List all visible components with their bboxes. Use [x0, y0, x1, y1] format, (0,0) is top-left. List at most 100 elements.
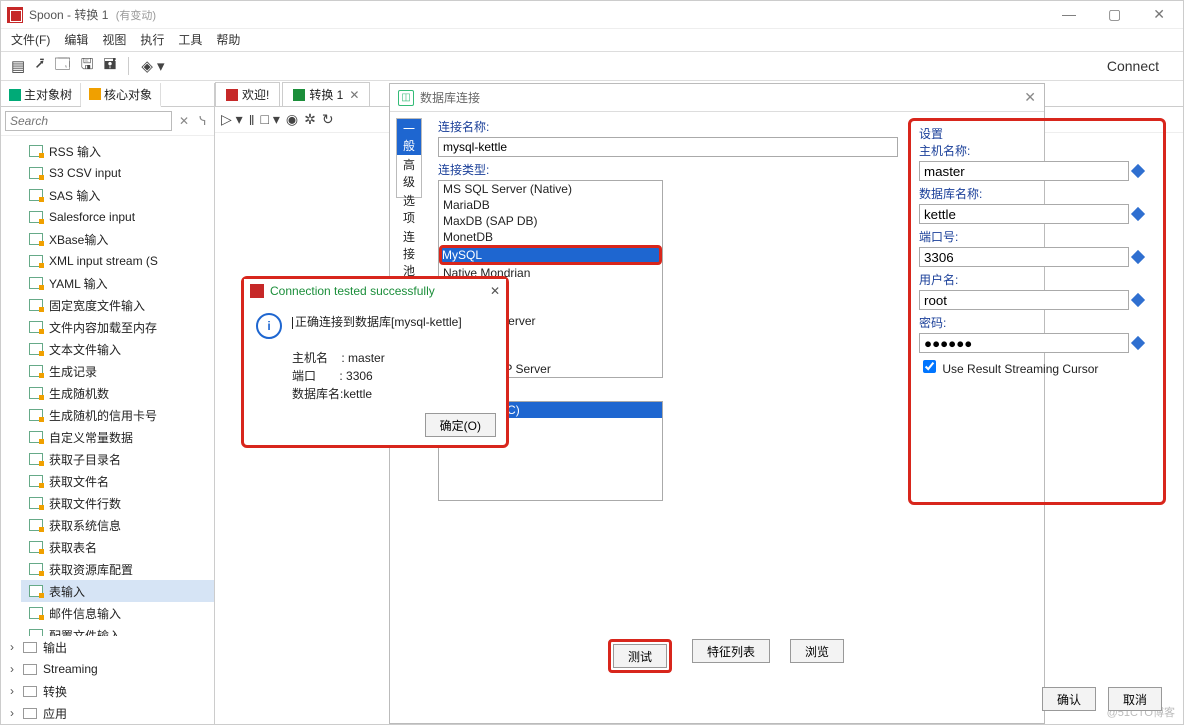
test-button[interactable]: 测试 [613, 644, 667, 668]
tab-close-icon[interactable]: ✕ [349, 88, 359, 102]
tree-item[interactable]: XBase输入 [21, 228, 214, 250]
tree-item[interactable]: 文本文件输入 [21, 338, 214, 360]
conn-type-option[interactable]: MySQL [439, 245, 662, 265]
tree-item[interactable]: 固定宽度文件输入 [21, 294, 214, 316]
stream-cursor-checkbox[interactable] [923, 360, 936, 373]
category-item[interactable]: 一般 [397, 119, 421, 155]
run-icon[interactable]: ▷ ▾ [221, 111, 243, 128]
var-icon[interactable] [1131, 207, 1145, 221]
tree-item[interactable]: 表输入 [21, 580, 214, 602]
tree-item[interactable]: 获取文件行数 [21, 492, 214, 514]
pause-icon[interactable]: ‖ [249, 112, 255, 128]
search-clear-icon[interactable]: ✕ [176, 114, 192, 128]
maximize-button[interactable]: ▢ [1102, 6, 1127, 23]
tree-item-label: 获取文件名 [49, 473, 109, 490]
tree-item[interactable]: 自定义常量数据 [21, 426, 214, 448]
pass-input[interactable] [919, 333, 1129, 353]
tab-main-object-tree[interactable]: 主对象树 [1, 83, 81, 106]
folder-item[interactable]: ›转换 [7, 680, 214, 702]
category-list[interactable]: 一般高级选项连接池集群 [396, 118, 422, 198]
tree-item[interactable]: RSS 输入 [21, 140, 214, 162]
conn-type-option[interactable]: MonetDB [439, 229, 662, 245]
preview-icon[interactable]: ◉ [286, 111, 298, 128]
expand-all-icon[interactable]: ᓭ [196, 114, 209, 128]
step-icon [29, 585, 43, 597]
tree-item[interactable]: 获取系统信息 [21, 514, 214, 536]
minimize-button[interactable]: — [1056, 6, 1082, 23]
tree-item[interactable]: 邮件信息输入 [21, 602, 214, 624]
connect-link[interactable]: Connect [1107, 58, 1175, 74]
open-file-icon[interactable]: ⭷ [33, 54, 46, 79]
info-icon: i [256, 313, 282, 339]
menu-help[interactable]: 帮助 [216, 31, 240, 49]
save-icon[interactable]: 🖫 [79, 54, 96, 79]
stop-icon[interactable]: □ ▾ [260, 111, 279, 128]
tree-item[interactable]: 获取文件名 [21, 470, 214, 492]
tree-item[interactable]: S3 CSV input [21, 162, 214, 184]
var-icon[interactable] [1131, 164, 1145, 178]
tree-item[interactable]: 获取表名 [21, 536, 214, 558]
step-icon [29, 541, 43, 553]
conn-type-option[interactable]: MariaDB [439, 197, 662, 213]
tree-item[interactable]: 获取资源库配置 [21, 558, 214, 580]
tree-item[interactable]: 生成随机数 [21, 382, 214, 404]
tab-core-objects[interactable]: 核心对象 [81, 83, 161, 107]
conn-name-input[interactable] [438, 137, 898, 157]
category-item[interactable]: 高级 [397, 155, 421, 191]
host-input[interactable] [919, 161, 1129, 181]
success-message: 正确连接到数据库[mysql-kettle] 主机名 : master 端口 :… [292, 313, 462, 403]
menu-edit[interactable]: 编辑 [64, 31, 88, 49]
perspective-icon[interactable]: ◈ ▾ [139, 57, 166, 75]
category-item[interactable]: 连接池 [397, 227, 421, 280]
tree-item[interactable]: 生成随机的信用卡号 [21, 404, 214, 426]
conn-type-label: 连接类型: [438, 161, 898, 178]
db-dialog-icon: ◫ [398, 90, 414, 106]
tree-item[interactable]: XML input stream (S [21, 250, 214, 272]
tree-item[interactable]: Salesforce input [21, 206, 214, 228]
debug-icon[interactable]: ✲ [304, 111, 316, 128]
browse-button[interactable]: 浏览 [790, 639, 844, 663]
menu-view[interactable]: 视图 [102, 31, 126, 49]
folder-item[interactable]: ›输出 [7, 636, 214, 658]
conn-type-option[interactable]: MS SQL Server (Native) [439, 181, 662, 197]
search-input[interactable] [5, 111, 172, 131]
folder-item[interactable]: ›Streaming [7, 658, 214, 680]
tree-item[interactable]: SAS 输入 [21, 184, 214, 206]
save-as-icon[interactable]: 🖬 [102, 54, 119, 79]
menu-file[interactable]: 文件(F) [11, 31, 50, 49]
var-icon[interactable] [1131, 336, 1145, 350]
port-input[interactable] [919, 247, 1129, 267]
tree-item[interactable]: 配置文件输入 [21, 624, 214, 636]
db-name-input[interactable] [919, 204, 1129, 224]
category-folders: ›输出›Streaming›转换›应用 [1, 636, 214, 724]
folder-item[interactable]: ›应用 [7, 702, 214, 724]
new-file-icon[interactable]: ▤ [9, 57, 27, 75]
user-input[interactable] [919, 290, 1129, 310]
main-tab-welcome[interactable]: 欢迎! [215, 82, 280, 106]
folder-label: Streaming [43, 662, 98, 676]
tree-icon [9, 89, 21, 101]
success-ok-button[interactable]: 确定(O) [425, 413, 496, 437]
tree-item[interactable]: YAML 输入 [21, 272, 214, 294]
db-dialog-close-icon[interactable]: ✕ [1024, 89, 1036, 106]
step-tree[interactable]: RSS 输入S3 CSV inputSAS 输入Salesforce input… [1, 136, 214, 636]
main-tab-trans1[interactable]: 转换 1✕ [282, 82, 370, 106]
conn-type-option[interactable]: MaxDB (SAP DB) [439, 213, 662, 229]
menu-run[interactable]: 执行 [140, 31, 164, 49]
menu-tools[interactable]: 工具 [178, 31, 202, 49]
feature-list-button[interactable]: 特征列表 [692, 639, 770, 663]
cancel-button[interactable]: 取消 [1108, 687, 1162, 711]
tree-item[interactable]: 获取子目录名 [21, 448, 214, 470]
tree-item-label: 生成随机的信用卡号 [49, 407, 157, 424]
close-button[interactable]: ✕ [1147, 6, 1171, 23]
replay-icon[interactable]: ↻ [322, 111, 334, 128]
tree-item[interactable]: 生成记录 [21, 360, 214, 382]
explore-icon[interactable]: 🗔 [53, 54, 73, 79]
tree-item[interactable]: 文件内容加载至内存 [21, 316, 214, 338]
window-title: Spoon - 转换 1 (有变动) [29, 6, 156, 23]
category-item[interactable]: 选项 [397, 191, 421, 227]
success-close-icon[interactable]: ✕ [490, 284, 500, 298]
ok-button[interactable]: 确认 [1042, 687, 1096, 711]
var-icon[interactable] [1131, 250, 1145, 264]
var-icon[interactable] [1131, 293, 1145, 307]
